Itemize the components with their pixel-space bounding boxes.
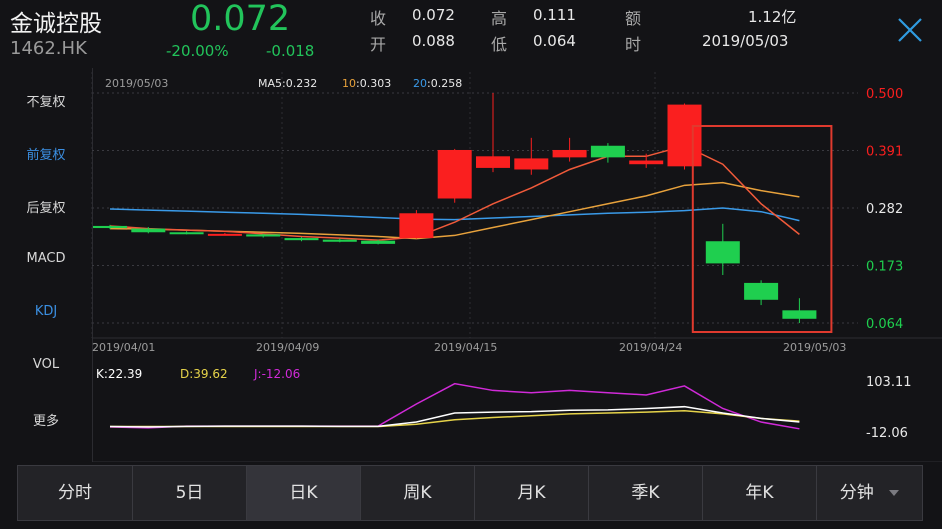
- candle-body: [782, 310, 817, 319]
- x-tick-label: 2019/04/15: [434, 341, 497, 354]
- kdj-j-line: [109, 382, 800, 430]
- candle-body: [322, 239, 357, 242]
- ma10-legend: 10:0.303: [342, 77, 391, 90]
- y-tick-label: 0.173: [866, 260, 903, 275]
- candle-body: [744, 282, 779, 300]
- y-tick-label: 0.500: [866, 87, 903, 102]
- ma20-line: [109, 207, 800, 222]
- tab-intraday[interactable]: 分时: [18, 466, 133, 520]
- ma-legend: MA5:0.232: [258, 77, 317, 90]
- kdj-d-legend: D:39.62: [180, 367, 228, 381]
- kdj-min-label: -12.06: [866, 426, 908, 441]
- candle-body: [284, 238, 319, 241]
- tab-quarterly-k[interactable]: 季K: [589, 466, 703, 520]
- candle-body: [207, 233, 242, 236]
- y-tick-label: 0.391: [866, 145, 903, 160]
- y-tick-label: 0.064: [866, 317, 903, 332]
- tab-daily-k[interactable]: 日K: [247, 466, 361, 520]
- candle-body: [93, 225, 127, 229]
- x-tick-label: 2019/04/09: [256, 341, 319, 354]
- tab-minute[interactable]: 分钟: [817, 466, 922, 520]
- kdj-max-label: 103.11: [866, 375, 912, 390]
- candle-body: [629, 160, 664, 165]
- ma20-legend: 20:0.258: [413, 77, 462, 90]
- period-tabbar: 分时 5日 日K 周K 月K 季K 年K 分钟: [17, 465, 923, 521]
- tab-minute-label: 分钟: [839, 483, 874, 503]
- candle-body: [399, 213, 434, 239]
- candle-body: [169, 232, 204, 235]
- kdj-k-line: [109, 405, 800, 428]
- candle-body: [590, 145, 625, 158]
- kdj-j-legend: J:-12.06: [253, 367, 300, 381]
- chart-grid: [91, 72, 942, 462]
- candle-body: [667, 104, 702, 167]
- x-tick-label: 2019/05/03: [783, 341, 846, 354]
- tab-monthly-k[interactable]: 月K: [475, 466, 589, 520]
- tab-weekly-k[interactable]: 周K: [361, 466, 475, 520]
- chevron-down-icon: [889, 490, 900, 496]
- candle-body: [246, 234, 281, 237]
- kline-chart[interactable]: 2019/05/03 MA5:0.232 10:0.303 20:0.258 0…: [0, 0, 942, 462]
- chart-date-label: 2019/05/03: [105, 77, 168, 90]
- highlight-box: [691, 125, 833, 333]
- x-tick-label: 2019/04/01: [92, 341, 155, 354]
- y-tick-label: 0.282: [866, 202, 903, 217]
- x-tick-label: 2019/04/24: [619, 341, 682, 354]
- candle-body: [705, 241, 740, 264]
- candle-body: [131, 228, 166, 233]
- candle-body: [476, 156, 510, 168]
- candle-body: [361, 240, 396, 244]
- candle-body: [552, 149, 587, 158]
- candle-body: [437, 149, 472, 199]
- tab-yearly-k[interactable]: 年K: [703, 466, 817, 520]
- tab-5day[interactable]: 5日: [133, 466, 247, 520]
- candle-body: [514, 158, 549, 170]
- kdj-k-legend: K:22.39: [96, 367, 142, 381]
